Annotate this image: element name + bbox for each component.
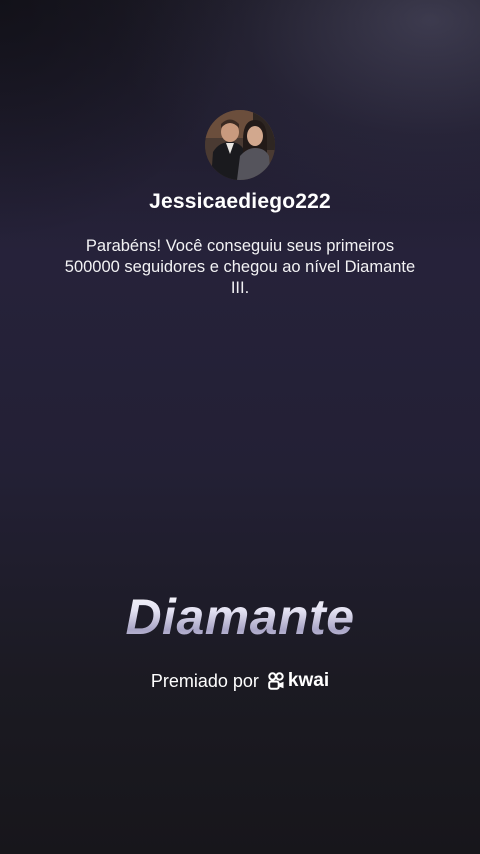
congratulations-message: Parabéns! Você conseguiu seus primeiros …: [64, 237, 416, 297]
level-title: Diamante: [0, 585, 480, 649]
avatar[interactable]: [205, 110, 275, 180]
kwai-logo-icon: [268, 672, 284, 690]
brand-name: kwai: [287, 670, 330, 691]
awarded-by-label: Premiado por: [150, 670, 259, 691]
avatar-photo: [205, 110, 275, 180]
awarded-by-row: Premiado por kwai: [0, 670, 480, 692]
brand: kwai: [266, 670, 329, 692]
username: Jessicaediego222: [149, 190, 331, 213]
